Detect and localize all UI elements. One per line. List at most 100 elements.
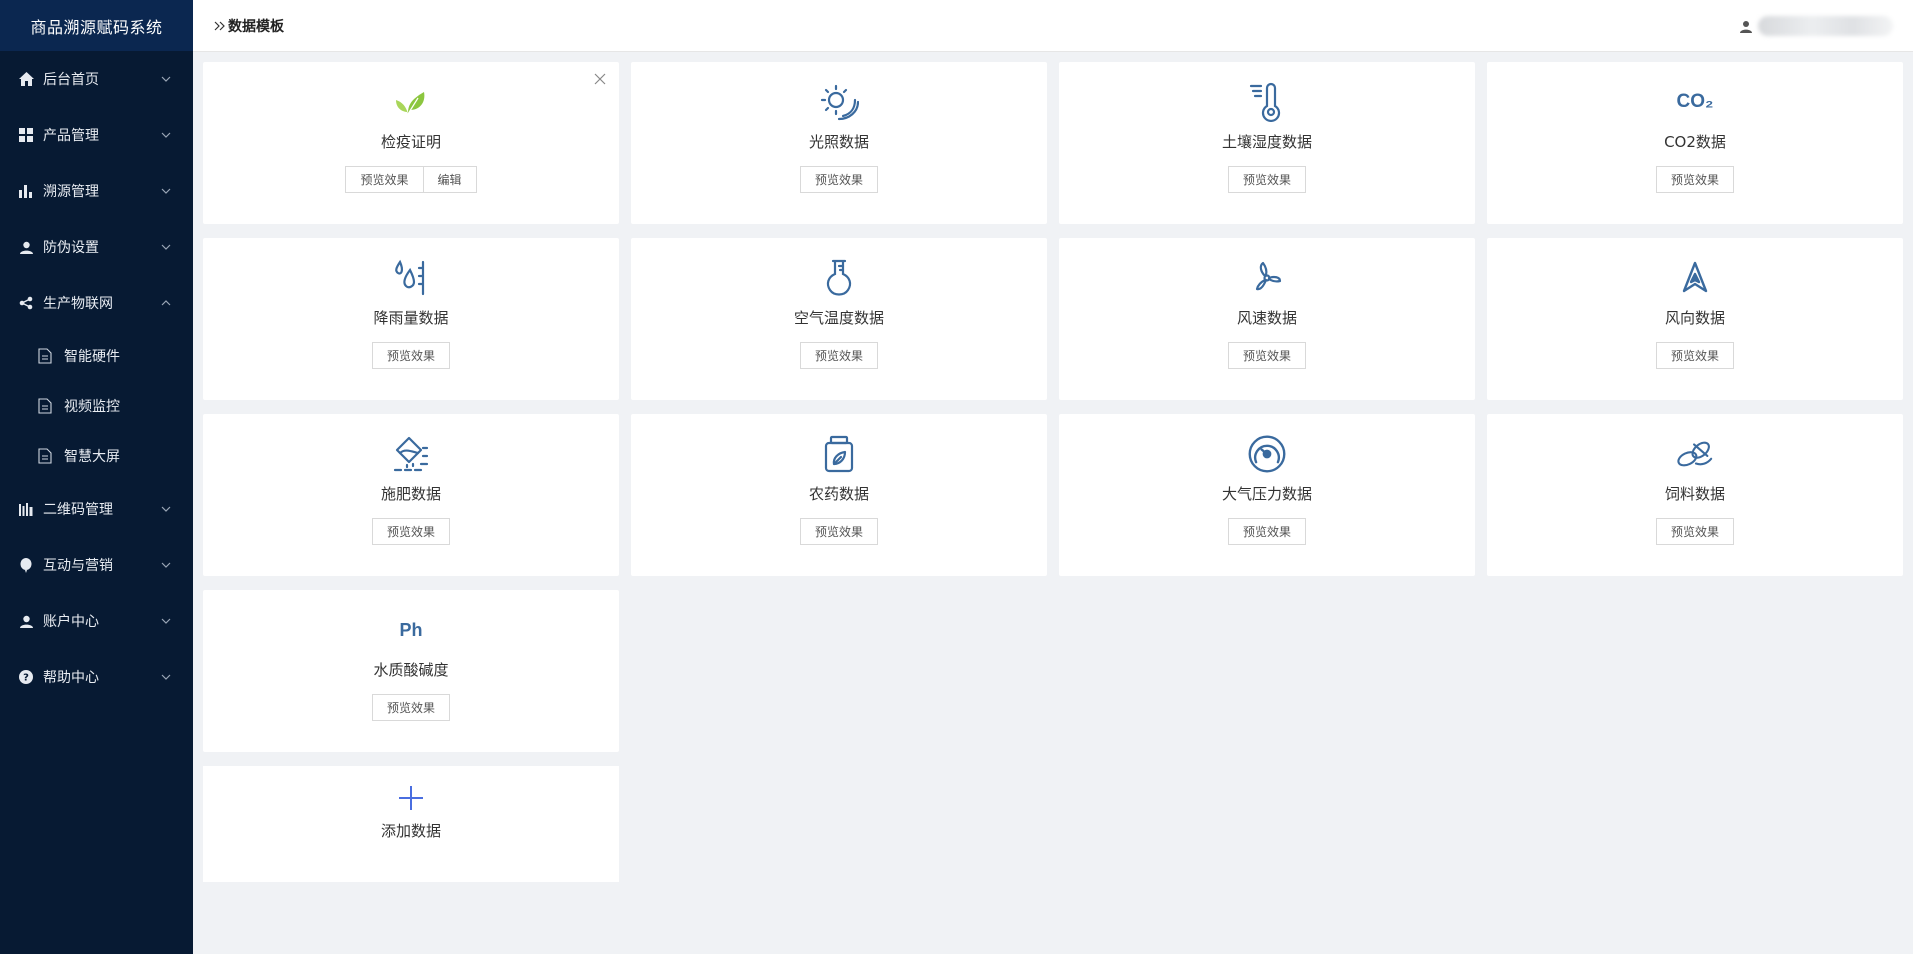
preview-button[interactable]: 预览效果 [371, 342, 450, 369]
template-card: 检疫证明 预览效果 编辑 [203, 62, 619, 224]
sidebar-item-label: 互动与营销 [43, 558, 113, 574]
preview-button[interactable]: 预览效果 [1227, 166, 1306, 193]
card-actions: 预览效果 [799, 342, 878, 369]
card-title: 风向数据 [1664, 309, 1725, 327]
plus-icon [399, 786, 423, 810]
feed-icon [1675, 434, 1715, 474]
template-card: 光照数据 预览效果 [631, 62, 1047, 224]
sidebar-item-label: 防伪设置 [43, 240, 99, 256]
edit-button[interactable]: 编辑 [423, 166, 477, 193]
main-content: 检疫证明 预览效果 编辑 光照数据 预览效果 土壤湿度数据 预览效果 CO₂ C… [203, 62, 1903, 882]
co2-icon: CO₂ [1675, 82, 1715, 122]
ph-icon-text: Ph [399, 619, 423, 640]
template-card: Ph 水质酸碱度 预览效果 [203, 590, 619, 752]
template-card: 农药数据 预览效果 [631, 414, 1047, 576]
card-actions: 预览效果 [1655, 518, 1734, 545]
preview-button[interactable]: 预览效果 [799, 166, 878, 193]
card-title: 施肥数据 [380, 485, 441, 503]
share-icon [18, 295, 34, 311]
blurred-username [1758, 16, 1893, 36]
bar-chart-icon [18, 183, 34, 199]
sidebar-subitem-label: 智慧大屏 [64, 449, 120, 465]
app-title: 商品溯源赋码系统 [0, 0, 193, 51]
sidebar-item-label: 产品管理 [43, 128, 99, 144]
preview-button[interactable]: 预览效果 [799, 342, 878, 369]
sidebar-item-home[interactable]: 后台首页 [0, 51, 193, 107]
preview-button[interactable]: 预览效果 [1655, 518, 1734, 545]
card-actions: 预览效果 [1227, 342, 1306, 369]
add-data-card[interactable]: 添加数据 [203, 766, 619, 882]
sidebar-subitem-label: 智能硬件 [64, 349, 120, 365]
sidebar-item-trace[interactable]: 溯源管理 [0, 163, 193, 219]
sidebar-item-account[interactable]: 账户中心 [0, 593, 193, 649]
preview-button[interactable]: 预览效果 [1227, 342, 1306, 369]
sidebar-subitem-bigscreen[interactable]: 智慧大屏 [0, 431, 193, 481]
sidebar-item-qrcode[interactable]: 二维码管理 [0, 481, 193, 537]
direction-arrow-icon [1675, 258, 1715, 298]
preview-button[interactable]: 预览效果 [1227, 518, 1306, 545]
page-title: 数据模板 [228, 18, 284, 35]
card-title: 风速数据 [1236, 309, 1297, 327]
card-title: 水质酸碱度 [373, 661, 449, 679]
sidebar-item-label: 账户中心 [43, 614, 99, 630]
top-header: 数据模板 [193, 0, 1913, 52]
add-data-label: 添加数据 [380, 822, 441, 840]
preview-button[interactable]: 预览效果 [1655, 166, 1734, 193]
user-icon [18, 613, 34, 629]
template-grid: 检疫证明 预览效果 编辑 光照数据 预览效果 土壤湿度数据 预览效果 CO₂ C… [203, 62, 1903, 752]
sidebar-item-label: 生产物联网 [43, 296, 113, 312]
leaf-icon [391, 82, 431, 122]
sidebar-item-marketing[interactable]: 互动与营销 [0, 537, 193, 593]
close-icon[interactable] [593, 72, 607, 86]
sidebar-item-label: 二维码管理 [43, 502, 113, 518]
card-actions: 预览效果 [1227, 518, 1306, 545]
sidebar-subitem-label: 视频监控 [64, 399, 120, 415]
template-card: 空气温度数据 预览效果 [631, 238, 1047, 400]
preview-button[interactable]: 预览效果 [371, 694, 450, 721]
sidebar-item-help[interactable]: ? 帮助中心 [0, 649, 193, 705]
sidebar-item-anti-fake[interactable]: 防伪设置 [0, 219, 193, 275]
template-card: 饲料数据 预览效果 [1487, 414, 1903, 576]
card-actions: 预览效果 [1655, 342, 1734, 369]
thermometer-icon [1247, 82, 1287, 122]
template-card: 风速数据 预览效果 [1059, 238, 1475, 400]
card-actions: 预览效果 [799, 166, 878, 193]
document-icon [38, 398, 52, 414]
user-icon [1740, 20, 1752, 33]
card-title: 光照数据 [808, 133, 869, 151]
preview-button[interactable]: 预览效果 [1655, 342, 1734, 369]
ph-icon: Ph [391, 610, 431, 650]
grid-icon [18, 127, 34, 143]
template-card: 降雨量数据 预览效果 [203, 238, 619, 400]
card-actions: 预览效果 编辑 [345, 166, 477, 193]
template-card: 大气压力数据 预览效果 [1059, 414, 1475, 576]
chevron-up-icon [161, 300, 171, 306]
home-icon [18, 71, 34, 87]
card-title: 空气温度数据 [793, 309, 884, 327]
card-title: 饲料数据 [1664, 485, 1725, 503]
sidebar-subitem-hardware[interactable]: 智能硬件 [0, 331, 193, 381]
card-actions: 预览效果 [1655, 166, 1734, 193]
card-title: 农药数据 [808, 485, 869, 503]
card-actions: 预览效果 [1227, 166, 1306, 193]
card-title: 降雨量数据 [373, 309, 449, 327]
chevron-down-icon [161, 132, 171, 138]
preview-button[interactable]: 预览效果 [371, 518, 450, 545]
fan-icon [1247, 258, 1287, 298]
card-actions: 预览效果 [371, 694, 450, 721]
co2-icon-text: CO₂ [1676, 91, 1714, 112]
user-info[interactable] [1740, 16, 1893, 36]
chevron-down-icon [161, 506, 171, 512]
chevron-down-icon [161, 244, 171, 250]
help-icon: ? [18, 669, 34, 685]
sidebar-item-iot[interactable]: 生产物联网 [0, 275, 193, 331]
user-icon [18, 239, 34, 255]
balloon-icon [18, 557, 34, 573]
sidebar-subitem-video[interactable]: 视频监控 [0, 381, 193, 431]
preview-button[interactable]: 预览效果 [345, 166, 424, 193]
sidebar-menu: 后台首页 产品管理 溯源管理 防伪设置 生产物联网 智能硬件 视频监控 智慧大屏… [0, 51, 193, 705]
card-title: 检疫证明 [380, 133, 441, 151]
sidebar-item-products[interactable]: 产品管理 [0, 107, 193, 163]
preview-button[interactable]: 预览效果 [799, 518, 878, 545]
template-card: 风向数据 预览效果 [1487, 238, 1903, 400]
